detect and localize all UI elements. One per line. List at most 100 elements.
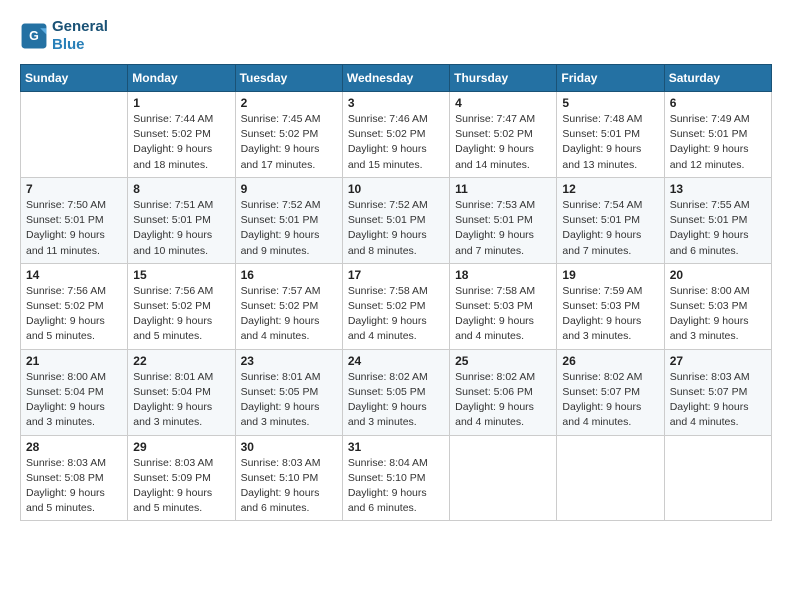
day-number: 8 [133,182,229,196]
day-info: Sunrise: 7:56 AM Sunset: 5:02 PM Dayligh… [26,284,122,345]
day-info: Sunrise: 7:52 AM Sunset: 5:01 PM Dayligh… [348,198,444,259]
day-number: 14 [26,268,122,282]
weekday-header-saturday: Saturday [664,65,771,92]
calendar-cell: 21 Sunrise: 8:00 AM Sunset: 5:04 PM Dayli… [21,349,128,435]
day-number: 27 [670,354,766,368]
day-info: Sunrise: 7:59 AM Sunset: 5:03 PM Dayligh… [562,284,658,345]
day-number: 6 [670,96,766,110]
day-info: Sunrise: 7:50 AM Sunset: 5:01 PM Dayligh… [26,198,122,259]
day-info: Sunrise: 8:03 AM Sunset: 5:08 PM Dayligh… [26,456,122,517]
calendar-cell: 16 Sunrise: 7:57 AM Sunset: 5:02 PM Dayli… [235,263,342,349]
weekday-header-sunday: Sunday [21,65,128,92]
day-number: 3 [348,96,444,110]
calendar-cell: 22 Sunrise: 8:01 AM Sunset: 5:04 PM Dayli… [128,349,235,435]
day-info: Sunrise: 7:48 AM Sunset: 5:01 PM Dayligh… [562,112,658,173]
day-number: 7 [26,182,122,196]
calendar-cell: 14 Sunrise: 7:56 AM Sunset: 5:02 PM Dayli… [21,263,128,349]
day-number: 24 [348,354,444,368]
calendar-table: SundayMondayTuesdayWednesdayThursdayFrid… [20,64,772,521]
calendar-cell: 29Sunrise: 8:03 AM Sunset: 5:09 PM Dayli… [128,435,235,521]
day-info: Sunrise: 8:01 AM Sunset: 5:04 PM Dayligh… [133,370,229,431]
calendar-cell: 20Sunrise: 8:00 AM Sunset: 5:03 PM Dayli… [664,263,771,349]
day-number: 31 [348,440,444,454]
day-info: Sunrise: 7:52 AM Sunset: 5:01 PM Dayligh… [241,198,337,259]
day-info: Sunrise: 7:53 AM Sunset: 5:01 PM Dayligh… [455,198,551,259]
calendar-cell: 26 Sunrise: 8:02 AM Sunset: 5:07 PM Dayli… [557,349,664,435]
day-info: Sunrise: 7:45 AM Sunset: 5:02 PM Dayligh… [241,112,337,173]
day-number: 22 [133,354,229,368]
day-info: Sunrise: 7:51 AM Sunset: 5:01 PM Dayligh… [133,198,229,259]
day-number: 25 [455,354,551,368]
weekday-header-friday: Friday [557,65,664,92]
header: G General Blue [20,18,772,54]
calendar-cell: 24 Sunrise: 8:02 AM Sunset: 5:05 PM Dayli… [342,349,449,435]
day-info: Sunrise: 8:03 AM Sunset: 5:10 PM Dayligh… [241,456,337,517]
calendar-cell: 23Sunrise: 8:01 AM Sunset: 5:05 PM Dayli… [235,349,342,435]
day-info: Sunrise: 7:55 AM Sunset: 5:01 PM Dayligh… [670,198,766,259]
calendar-cell: 19 Sunrise: 7:59 AM Sunset: 5:03 PM Dayli… [557,263,664,349]
day-number: 30 [241,440,337,454]
day-info: Sunrise: 7:54 AM Sunset: 5:01 PM Dayligh… [562,198,658,259]
calendar-cell: 11 Sunrise: 7:53 AM Sunset: 5:01 PM Dayli… [450,177,557,263]
day-info: Sunrise: 8:03 AM Sunset: 5:09 PM Dayligh… [133,456,229,517]
day-number: 20 [670,268,766,282]
weekday-header-wednesday: Wednesday [342,65,449,92]
logo-text-line2: Blue [52,36,108,54]
calendar-cell: 15 Sunrise: 7:56 AM Sunset: 5:02 PM Dayli… [128,263,235,349]
calendar-cell [21,92,128,178]
calendar-cell: 8 Sunrise: 7:51 AM Sunset: 5:01 PM Daylig… [128,177,235,263]
day-info: Sunrise: 7:58 AM Sunset: 5:02 PM Dayligh… [348,284,444,345]
day-info: Sunrise: 7:47 AM Sunset: 5:02 PM Dayligh… [455,112,551,173]
calendar-week-3: 14 Sunrise: 7:56 AM Sunset: 5:02 PM Dayli… [21,263,772,349]
day-info: Sunrise: 7:58 AM Sunset: 5:03 PM Dayligh… [455,284,551,345]
day-number: 23 [241,354,337,368]
day-number: 10 [348,182,444,196]
calendar-cell [450,435,557,521]
weekday-header-monday: Monday [128,65,235,92]
calendar-cell: 13 Sunrise: 7:55 AM Sunset: 5:01 PM Dayli… [664,177,771,263]
calendar-cell [557,435,664,521]
day-info: Sunrise: 8:02 AM Sunset: 5:07 PM Dayligh… [562,370,658,431]
day-info: Sunrise: 7:57 AM Sunset: 5:02 PM Dayligh… [241,284,337,345]
day-number: 16 [241,268,337,282]
weekday-header-tuesday: Tuesday [235,65,342,92]
calendar-cell: 4 Sunrise: 7:47 AM Sunset: 5:02 PM Daylig… [450,92,557,178]
calendar-cell: 17 Sunrise: 7:58 AM Sunset: 5:02 PM Dayli… [342,263,449,349]
calendar-cell: 2 Sunrise: 7:45 AM Sunset: 5:02 PM Daylig… [235,92,342,178]
day-info: Sunrise: 8:02 AM Sunset: 5:05 PM Dayligh… [348,370,444,431]
weekday-header-thursday: Thursday [450,65,557,92]
calendar-cell: 9 Sunrise: 7:52 AM Sunset: 5:01 PM Daylig… [235,177,342,263]
day-number: 2 [241,96,337,110]
day-number: 12 [562,182,658,196]
day-info: Sunrise: 8:02 AM Sunset: 5:06 PM Dayligh… [455,370,551,431]
day-number: 4 [455,96,551,110]
calendar-cell [664,435,771,521]
calendar-cell: 5Sunrise: 7:48 AM Sunset: 5:01 PM Daylig… [557,92,664,178]
day-number: 9 [241,182,337,196]
calendar-cell: 7 Sunrise: 7:50 AM Sunset: 5:01 PM Daylig… [21,177,128,263]
day-number: 28 [26,440,122,454]
day-number: 18 [455,268,551,282]
day-number: 17 [348,268,444,282]
logo-icon: G [20,22,48,50]
calendar-cell: 6Sunrise: 7:49 AM Sunset: 5:01 PM Daylig… [664,92,771,178]
calendar-cell: 18 Sunrise: 7:58 AM Sunset: 5:03 PM Dayli… [450,263,557,349]
calendar-week-1: 1Sunrise: 7:44 AM Sunset: 5:02 PM Daylig… [21,92,772,178]
day-number: 15 [133,268,229,282]
day-info: Sunrise: 8:00 AM Sunset: 5:04 PM Dayligh… [26,370,122,431]
calendar-cell: 25 Sunrise: 8:02 AM Sunset: 5:06 PM Dayli… [450,349,557,435]
page: G General Blue SundayMondayTuesdayWednes… [0,0,792,612]
day-number: 26 [562,354,658,368]
day-info: Sunrise: 8:03 AM Sunset: 5:07 PM Dayligh… [670,370,766,431]
day-number: 19 [562,268,658,282]
day-number: 21 [26,354,122,368]
day-info: Sunrise: 7:44 AM Sunset: 5:02 PM Dayligh… [133,112,229,173]
calendar-cell: 10 Sunrise: 7:52 AM Sunset: 5:01 PM Dayli… [342,177,449,263]
day-number: 11 [455,182,551,196]
logo: G General Blue [20,18,108,54]
calendar-cell: 28 Sunrise: 8:03 AM Sunset: 5:08 PM Dayli… [21,435,128,521]
day-number: 13 [670,182,766,196]
day-info: Sunrise: 7:56 AM Sunset: 5:02 PM Dayligh… [133,284,229,345]
day-info: Sunrise: 7:46 AM Sunset: 5:02 PM Dayligh… [348,112,444,173]
calendar-cell: 27 Sunrise: 8:03 AM Sunset: 5:07 PM Dayli… [664,349,771,435]
